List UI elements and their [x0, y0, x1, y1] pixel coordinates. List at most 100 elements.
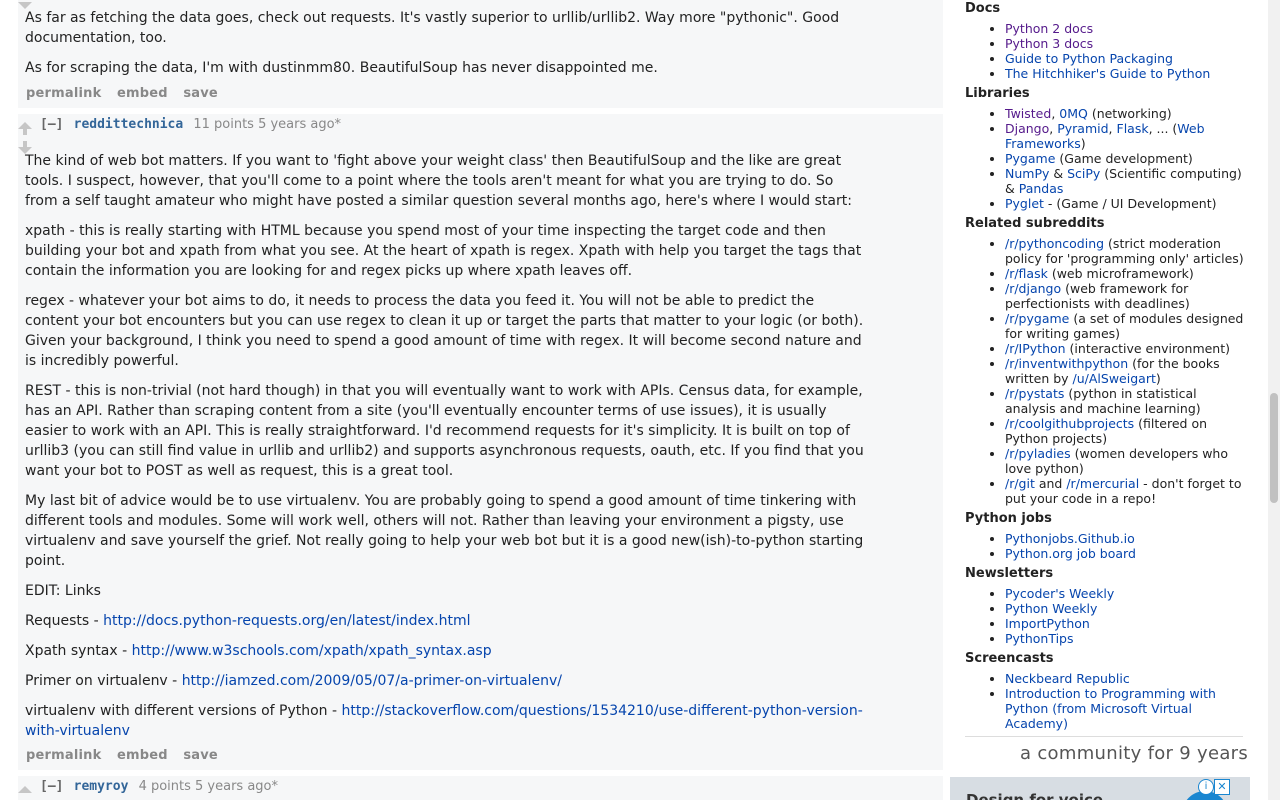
- pandas-link[interactable]: Pandas: [1019, 181, 1064, 196]
- list-item: /r/django (web framework for perfectioni…: [1005, 281, 1250, 311]
- library-desc: ): [1080, 136, 1086, 151]
- numpy-link[interactable]: NumPy: [1005, 166, 1049, 181]
- screencasts-heading: Screencasts: [965, 651, 1054, 666]
- django-link[interactable]: Django: [1005, 121, 1049, 136]
- docs-list: Python 2 docs Python 3 docs Guide to Pyt…: [1005, 21, 1250, 81]
- subreddit-link[interactable]: /r/flask: [1005, 266, 1048, 281]
- list-item: The Hitchhiker's Guide to Python: [1005, 66, 1250, 81]
- link-label: Requests -: [25, 613, 104, 629]
- python-org-jobs-link[interactable]: Python.org job board: [1005, 546, 1136, 561]
- libraries-heading: Libraries: [965, 86, 1030, 101]
- subreddit-link[interactable]: /r/inventwithpython: [1005, 356, 1128, 371]
- list-item: Introduction to Programming with Python …: [1005, 686, 1250, 731]
- screencast-link[interactable]: Neckbeard Republic: [1005, 671, 1130, 686]
- list-item: Django, Pyramid, Flask, ... (Web Framewo…: [1005, 121, 1250, 151]
- docs-heading: Docs: [965, 1, 1001, 16]
- python2-docs-link[interactable]: Python 2 docs: [1005, 21, 1093, 36]
- comment-author[interactable]: reddittechnica: [74, 117, 184, 132]
- ad-text: Design for voice: [966, 791, 1104, 800]
- upvote-arrow-icon[interactable]: [18, 786, 32, 793]
- subreddit-desc: (interactive environment): [1065, 341, 1231, 356]
- user-link[interactable]: /u/AlSweigart: [1073, 371, 1156, 386]
- comment-1-body: As far as fetching the data goes, check …: [25, 8, 870, 88]
- link-label: Primer on virtualenv -: [25, 673, 182, 689]
- newsletter-link[interactable]: Python Weekly: [1005, 601, 1097, 616]
- save-button[interactable]: save: [183, 748, 218, 763]
- page-scrollbar[interactable]: [1268, 0, 1280, 800]
- list-item: Pygame (Game development): [1005, 151, 1250, 166]
- subreddit-link[interactable]: /r/pygame: [1005, 311, 1069, 326]
- library-desc: , ... (: [1148, 121, 1178, 136]
- pyramid-link[interactable]: Pyramid: [1057, 121, 1108, 136]
- list-item: Pyglet - (Game / UI Development): [1005, 196, 1250, 211]
- list-item: /r/pystats (python in statistical analys…: [1005, 386, 1250, 416]
- library-desc: (Scientific computing): [1100, 166, 1242, 181]
- scrollbar-thumb[interactable]: [1270, 393, 1278, 503]
- python-jobs-heading: Python jobs: [965, 511, 1052, 526]
- permalink-button[interactable]: permalink: [26, 86, 101, 101]
- list-item: NumPy & SciPy (Scientific computing) & P…: [1005, 166, 1250, 196]
- comment-paragraph: The kind of web bot matters. If you want…: [25, 153, 852, 209]
- subreddit-link[interactable]: /r/pyladies: [1005, 446, 1071, 461]
- screencasts-list: Neckbeard Republic Introduction to Progr…: [1005, 671, 1250, 731]
- flask-link[interactable]: Flask: [1117, 121, 1149, 136]
- list-item: Python 2 docs: [1005, 21, 1250, 36]
- subreddit-link[interactable]: /r/git: [1005, 476, 1035, 491]
- python-jobs-list: Pythonjobs.Github.io Python.org job boar…: [1005, 531, 1250, 561]
- ad-close-icon[interactable]: ✕: [1214, 779, 1230, 795]
- hitchhikers-guide-link[interactable]: The Hitchhiker's Guide to Python: [1005, 66, 1210, 81]
- subreddit-desc: and: [1034, 476, 1067, 491]
- upvote-arrow-stem: [23, 129, 27, 135]
- link-label: Xpath syntax -: [25, 643, 132, 659]
- collapse-toggle[interactable]: [–]: [40, 779, 63, 794]
- list-item: /r/inventwithpython (for the books writt…: [1005, 356, 1250, 386]
- subreddit-desc: ): [1155, 371, 1161, 386]
- save-button[interactable]: save: [183, 86, 218, 101]
- list-item: Pythonjobs.Github.io: [1005, 531, 1250, 546]
- subreddit-link[interactable]: /r/pystats: [1005, 386, 1064, 401]
- newsletter-link[interactable]: ImportPython: [1005, 616, 1090, 631]
- subreddit-link[interactable]: /r/mercurial: [1066, 476, 1139, 491]
- subreddit-link[interactable]: /r/coolgithubprojects: [1005, 416, 1134, 431]
- embed-button[interactable]: embed: [117, 86, 168, 101]
- comment-2-buttons: permalink embed save: [26, 748, 229, 763]
- requests-link[interactable]: http://docs.python-requests.org/en/lates…: [103, 613, 470, 629]
- list-item: /r/git and /r/mercurial - don't forget t…: [1005, 476, 1250, 506]
- list-item: ImportPython: [1005, 616, 1250, 631]
- advertisement[interactable]: Design for voice i ✕: [950, 777, 1250, 800]
- python3-docs-link[interactable]: Python 3 docs: [1005, 36, 1093, 51]
- sidebar: Docs Python 2 docs Python 3 docs Guide t…: [950, 0, 1268, 800]
- packaging-guide-link[interactable]: Guide to Python Packaging: [1005, 51, 1173, 66]
- upvote-arrow-icon[interactable]: [18, 122, 32, 129]
- pygame-link[interactable]: Pygame: [1005, 151, 1055, 166]
- pythonjobs-link[interactable]: Pythonjobs.Github.io: [1005, 531, 1135, 546]
- comment-2-tagline: [–] reddittechnica 11 points 5 years ago…: [40, 117, 341, 132]
- subreddit-link[interactable]: /r/django: [1005, 281, 1061, 296]
- newsletter-link[interactable]: PythonTips: [1005, 631, 1074, 646]
- xpath-link[interactable]: http://www.w3schools.com/xpath/xpath_syn…: [132, 643, 492, 659]
- newsletter-link[interactable]: Pycoder's Weekly: [1005, 586, 1114, 601]
- comment-paragraph: xpath - this is really starting with HTM…: [25, 223, 862, 279]
- list-item: Neckbeard Republic: [1005, 671, 1250, 686]
- list-item: Python 3 docs: [1005, 36, 1250, 51]
- newsletters-heading: Newsletters: [965, 566, 1054, 581]
- collapse-toggle[interactable]: [–]: [40, 117, 63, 132]
- permalink-button[interactable]: permalink: [26, 748, 101, 763]
- embed-button[interactable]: embed: [117, 748, 168, 763]
- screencast-link[interactable]: Introduction to Programming with Python …: [1005, 686, 1216, 731]
- scipy-link[interactable]: SciPy: [1067, 166, 1100, 181]
- virtualenv-primer-link[interactable]: http://iamzed.com/2009/05/07/a-primer-on…: [182, 673, 562, 689]
- comment-paragraph: As far as fetching the data goes, check …: [25, 10, 840, 46]
- list-item: /r/coolgithubprojects (filtered on Pytho…: [1005, 416, 1250, 446]
- zeromq-link[interactable]: 0MQ: [1059, 106, 1088, 121]
- comment-paragraph: REST - this is non-trivial (not hard tho…: [25, 383, 864, 479]
- subreddit-link[interactable]: /r/pythoncoding: [1005, 236, 1104, 251]
- pyglet-link[interactable]: Pyglet: [1005, 196, 1044, 211]
- related-subreddits-list: /r/pythoncoding (strict moderation polic…: [1005, 236, 1250, 506]
- subreddit-link[interactable]: /r/IPython: [1005, 341, 1066, 356]
- twisted-link[interactable]: Twisted: [1005, 106, 1051, 121]
- link-line: Requests - http://docs.python-requests.o…: [25, 611, 870, 631]
- ad-info-icon[interactable]: i: [1198, 779, 1214, 795]
- community-age: a community for 9 years: [1020, 743, 1249, 764]
- comment-author[interactable]: remyroy: [74, 779, 129, 794]
